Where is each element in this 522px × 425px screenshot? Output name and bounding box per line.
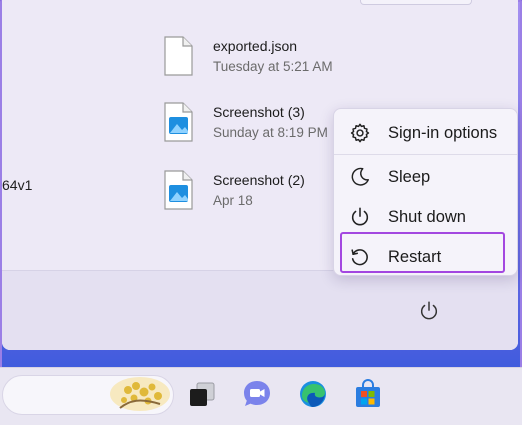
image-file-icon	[164, 102, 193, 142]
file-date: Apr 18	[213, 193, 253, 208]
file-name: Screenshot (2)	[213, 172, 305, 188]
edge-icon[interactable]	[297, 378, 329, 410]
recommended-file-screenshot-3[interactable]: Screenshot (3) Sunday at 8:19 PM	[162, 102, 362, 152]
menu-item-label: Sign-in options	[388, 123, 498, 142]
restart-highlight-box	[340, 232, 505, 273]
shut-down-item[interactable]: Shut down	[338, 199, 513, 235]
teams-chat-icon[interactable]	[241, 378, 273, 410]
store-icon[interactable]	[352, 378, 384, 410]
power-button[interactable]	[416, 298, 442, 324]
menu-item-label: Shut down	[388, 207, 466, 226]
gear-icon	[348, 121, 372, 145]
moon-icon	[348, 165, 372, 189]
search-widget-icon[interactable]	[108, 374, 172, 414]
image-file-icon	[164, 170, 193, 210]
truncated-text: 64v1	[2, 177, 33, 193]
sign-in-options-item[interactable]: Sign-in options	[338, 115, 513, 151]
file-date: Tuesday at 5:21 AM	[213, 59, 333, 74]
file-date: Sunday at 8:19 PM	[213, 125, 328, 140]
power-icon	[348, 205, 372, 229]
task-view-icon[interactable]	[186, 378, 218, 410]
recommended-file-screenshot-2[interactable]: Screenshot (2) Apr 18	[162, 170, 362, 220]
file-name: exported.json	[213, 38, 298, 54]
all-apps-button[interactable]	[360, 0, 472, 5]
menu-item-label: Sleep	[388, 167, 431, 186]
power-icon	[420, 301, 438, 320]
sleep-item[interactable]: Sleep	[338, 159, 513, 195]
menu-divider	[334, 154, 517, 155]
recommended-file-exported-json[interactable]: exported.json Tuesday at 5:21 AM	[162, 36, 362, 86]
document-icon	[164, 36, 193, 76]
file-name: Screenshot (3)	[213, 104, 305, 120]
